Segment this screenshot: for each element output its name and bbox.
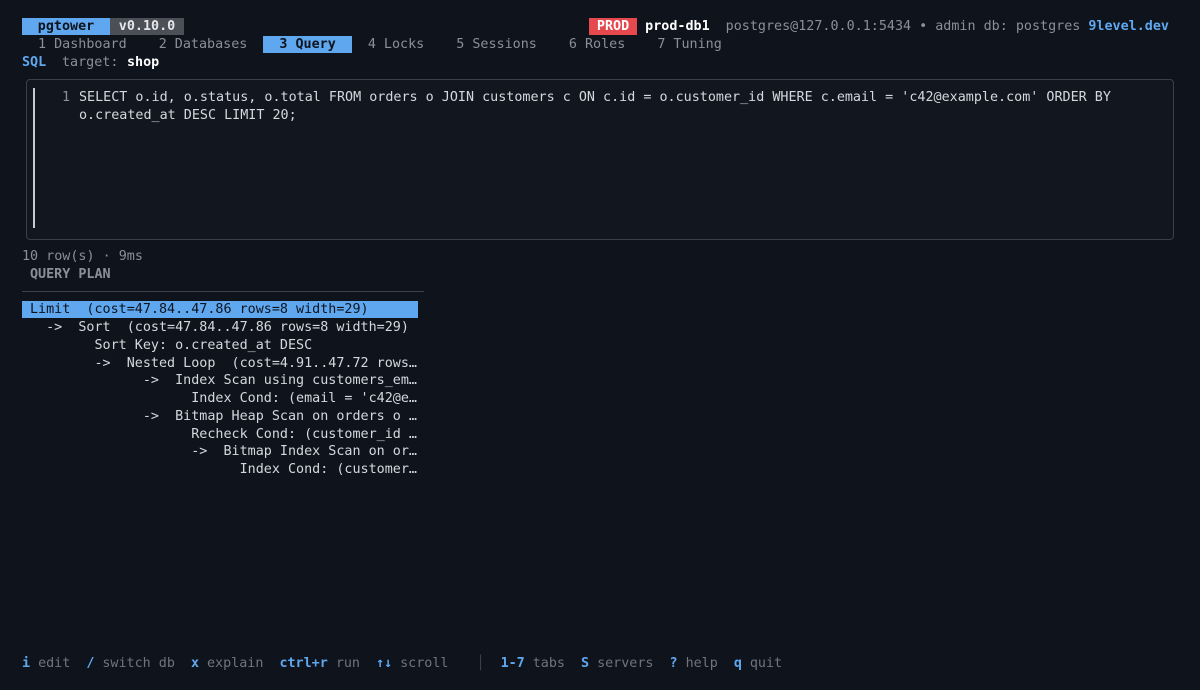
- tab-query[interactable]: 3 Query: [263, 36, 352, 53]
- tab-tuning[interactable]: 7 Tuning: [641, 36, 738, 53]
- key-edit-desc: edit: [38, 656, 71, 671]
- plan-row[interactable]: -> Bitmap Index Scan on or…: [30, 443, 430, 460]
- sql-text-line[interactable]: SELECT o.id, o.status, o.total FROM orde…: [79, 89, 1111, 106]
- tab-locks[interactable]: 4 Locks: [352, 36, 440, 53]
- connection-info: postgres@127.0.0.1:5434 • admin db: post…: [725, 19, 1081, 34]
- tab-bar: 1 Dashboard 2 Databases 3 Query 4 Locks …: [22, 36, 738, 53]
- plan-row[interactable]: -> Nested Loop (cost=4.91..47.72 rows…: [30, 355, 430, 372]
- key-explain[interactable]: x: [191, 655, 199, 672]
- key-switch-db-desc: switch db: [102, 656, 175, 671]
- target-label: target:: [62, 55, 119, 70]
- divider: [22, 291, 424, 292]
- sql-text-line[interactable]: o.created_at DESC LIMIT 20;: [79, 107, 297, 124]
- key-servers-desc: servers: [597, 656, 654, 671]
- tab-dashboard[interactable]: 1 Dashboard: [22, 36, 143, 53]
- line-number: 1: [62, 90, 71, 105]
- sql-mode-label: SQL: [22, 55, 47, 70]
- key-help[interactable]: ?: [670, 655, 678, 672]
- tab-roles[interactable]: 6 Roles: [553, 36, 641, 53]
- connection-header: PROD prod-db1 postgres@127.0.0.1:5434 • …: [588, 18, 1169, 35]
- app-name: pgtower: [22, 18, 110, 35]
- key-scroll-desc: scroll: [400, 656, 449, 671]
- tab-databases[interactable]: 2 Databases: [143, 36, 264, 53]
- key-servers[interactable]: S: [581, 655, 589, 672]
- plan-row[interactable]: -> Index Scan using customers_em…: [30, 372, 430, 389]
- key-edit[interactable]: i: [22, 655, 30, 672]
- plan-row[interactable]: Index Cond: (email = 'c42@e…: [30, 390, 430, 407]
- server-name: prod-db1: [645, 19, 710, 34]
- key-tabs-desc: tabs: [532, 656, 565, 671]
- app-version: v0.10.0: [110, 18, 184, 35]
- plan-row[interactable]: Index Cond: (customer…: [30, 461, 430, 478]
- key-explain-desc: explain: [207, 656, 264, 671]
- key-switch-db[interactable]: /: [86, 655, 94, 672]
- environment-badge: PROD: [588, 18, 638, 35]
- key-tabs[interactable]: 1-7: [501, 655, 525, 672]
- tab-sessions[interactable]: 5 Sessions: [440, 36, 553, 53]
- key-help-desc: help: [685, 656, 718, 671]
- plan-row[interactable]: Sort Key: o.created_at DESC: [30, 337, 430, 354]
- key-run-desc: run: [335, 656, 360, 671]
- query-plan-header: QUERY PLAN: [30, 267, 111, 282]
- editor-cursor: [33, 88, 35, 228]
- key-quit[interactable]: q: [734, 655, 742, 672]
- target-database[interactable]: shop: [127, 54, 159, 71]
- plan-row[interactable]: -> Sort (cost=47.84..47.86 rows=8 width=…: [30, 319, 430, 336]
- terminal-screen: pgtower v0.10.0 PROD prod-db1 postgres@1…: [0, 0, 1200, 690]
- plan-row[interactable]: -> Bitmap Heap Scan on orders o …: [30, 408, 430, 425]
- key-scroll[interactable]: ↑↓: [376, 655, 392, 672]
- plan-row[interactable]: Limit (cost=47.84..47.86 rows=8 width=29…: [30, 301, 430, 318]
- key-run[interactable]: ctrl+r: [279, 655, 327, 672]
- key-quit-desc: quit: [749, 656, 783, 671]
- plan-row[interactable]: Recheck Cond: (customer_id …: [30, 426, 430, 443]
- result-status: 10 row(s) · 9ms: [22, 249, 143, 264]
- keybinding-bar: i edit / switch db x explain ctrl+r run …: [22, 655, 798, 672]
- footer-separator: │: [476, 656, 485, 671]
- brand-link[interactable]: 9level.dev: [1088, 18, 1169, 35]
